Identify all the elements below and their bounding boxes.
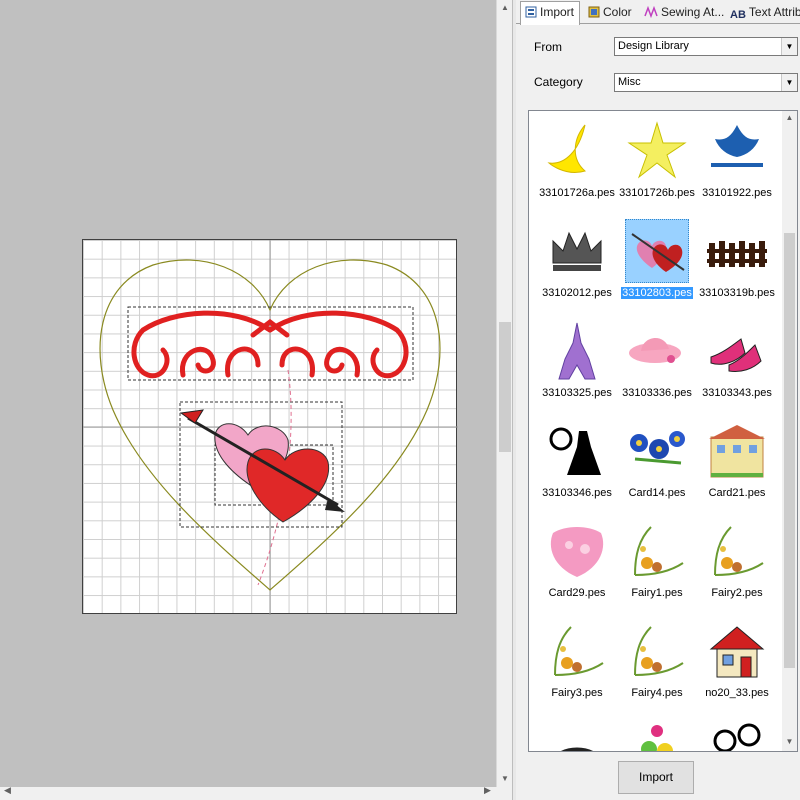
design-file-name: 33101922.pes xyxy=(702,187,772,199)
design-thumbnail-item[interactable]: 33101726a.pes xyxy=(537,117,617,212)
design-file-name: 33103336.pes xyxy=(622,387,692,399)
scroll-right-icon[interactable]: ▶ xyxy=(484,785,491,796)
high-heels-icon xyxy=(705,319,769,383)
design-thumbnail-item[interactable] xyxy=(537,717,617,751)
design-file-name: 33103325.pes xyxy=(542,387,612,399)
design-thumbnail-item[interactable] xyxy=(697,717,777,751)
tab-import[interactable]: Import xyxy=(520,1,580,25)
scroll-down-icon[interactable]: ▼ xyxy=(782,737,797,746)
design-file-name: Card14.pes xyxy=(628,487,686,499)
scroll-up-icon[interactable]: ▲ xyxy=(497,0,513,16)
design-thumbnail-item[interactable]: Fairy3.pes xyxy=(537,617,617,712)
from-label: From xyxy=(534,40,562,54)
dress-silhouette-icon xyxy=(545,419,609,483)
design-thumbnail-item[interactable]: 33101922.pes xyxy=(697,117,777,212)
panel-tabs: Import Color Sewing At... ABText Attrib.… xyxy=(516,0,800,25)
design-thumbnail-item[interactable]: 33103343.pes xyxy=(697,317,777,412)
crescent-moon-icon xyxy=(545,119,609,183)
library-scrollbar[interactable]: ▲ ▼ xyxy=(782,111,797,751)
house-card-icon xyxy=(705,419,769,483)
blue-flowers-icon xyxy=(625,419,689,483)
design-file-name: 33103319b.pes xyxy=(699,287,775,299)
from-dropdown[interactable]: Design Library ▼ xyxy=(614,37,798,56)
tab-color[interactable]: Color xyxy=(584,2,636,24)
fence-icon xyxy=(705,219,769,283)
design-thumbnail-item[interactable]: Card29.pes xyxy=(537,517,617,612)
blue-ornament-icon xyxy=(705,119,769,183)
design-thumbnail-item[interactable]: no20_33.pes xyxy=(697,617,777,712)
design-thumbnail-item[interactable]: 33103336.pes xyxy=(617,317,697,412)
design-file-name: 33103346.pes xyxy=(542,487,612,499)
eiffel-tower-icon xyxy=(545,319,609,383)
scroll-left-icon[interactable]: ◀ xyxy=(4,785,11,796)
crown-icon xyxy=(545,219,609,283)
design-file-name: 33102012.pes xyxy=(542,287,612,299)
design-thumbnail-item[interactable]: Fairy4.pes xyxy=(617,617,697,712)
chevron-down-icon[interactable]: ▼ xyxy=(781,38,797,55)
import-icon xyxy=(525,6,537,21)
color-icon xyxy=(588,6,600,21)
workspace-horizontal-scrollbar[interactable]: ◀ ▶ xyxy=(0,785,496,800)
star-icon xyxy=(625,119,689,183)
tab-text-attributes[interactable]: ABText Attrib... xyxy=(726,2,800,24)
design-thumbnail-item[interactable]: Fairy2.pes xyxy=(697,517,777,612)
category-dropdown[interactable]: Misc ▼ xyxy=(614,73,798,92)
category-label: Category xyxy=(534,75,583,89)
hearts-arrow-icon xyxy=(625,219,689,283)
tab-sewing-attributes[interactable]: Sewing At... xyxy=(640,2,724,24)
scrollbar-thumb[interactable] xyxy=(499,322,511,452)
workspace-vertical-scrollbar[interactable]: ▲ ▼ xyxy=(496,0,512,787)
design-file-name: Fairy2.pes xyxy=(711,587,763,599)
design-thumbnail-item[interactable]: 33102012.pes xyxy=(537,217,617,312)
design-file-name: 33103343.pes xyxy=(702,387,772,399)
scrollbar-thumb[interactable] xyxy=(784,233,795,668)
scrollbar-corner xyxy=(496,787,512,800)
design-thumbnail-item[interactable]: 33103346.pes xyxy=(537,417,617,512)
design-workspace[interactable] xyxy=(0,0,496,787)
design-thumbnail-item[interactable]: 33103325.pes xyxy=(537,317,617,412)
floral-corner-icon xyxy=(705,519,769,583)
design-thumbnail-item[interactable]: 33103319b.pes xyxy=(697,217,777,312)
chef-icon xyxy=(705,719,769,751)
pink-lace-icon xyxy=(545,519,609,583)
category-value: Misc xyxy=(618,76,641,88)
balloons-icon xyxy=(625,719,689,751)
import-panel: Import Color Sewing At... ABText Attrib.… xyxy=(516,0,800,800)
text-attributes-icon: AB xyxy=(730,9,746,21)
hat-icon xyxy=(625,319,689,383)
design-file-name: Fairy4.pes xyxy=(631,687,683,699)
design-file-name: Fairy3.pes xyxy=(551,687,603,699)
import-button[interactable]: Import xyxy=(618,761,694,794)
design-thumbnail-item[interactable] xyxy=(617,717,697,751)
design-library-list[interactable]: 33101726a.pes 33101726b.pes 33101922.pes 33… xyxy=(528,110,798,752)
chevron-down-icon[interactable]: ▼ xyxy=(781,74,797,91)
scroll-down-icon[interactable]: ▼ xyxy=(497,771,513,787)
floral-corner-icon xyxy=(625,619,689,683)
design-file-name: Fairy1.pes xyxy=(631,587,683,599)
design-thumbnail-item[interactable]: Card21.pes xyxy=(697,417,777,512)
design-thumbnail-item[interactable]: 33102803.pes xyxy=(617,217,697,312)
red-house-icon xyxy=(705,619,769,683)
sewing-attributes-icon xyxy=(644,5,658,21)
floral-corner-icon xyxy=(625,519,689,583)
from-value: Design Library xyxy=(618,40,689,52)
design-file-name: no20_33.pes xyxy=(705,687,769,699)
design-file-name: Card29.pes xyxy=(548,587,606,599)
design-file-name: 33102803.pes xyxy=(621,287,693,299)
design-canvas[interactable] xyxy=(82,239,458,615)
design-file-name: 33101726a.pes xyxy=(539,187,615,199)
embroidery-design xyxy=(83,240,458,615)
design-file-name: Card21.pes xyxy=(708,487,766,499)
design-thumbnail-item[interactable]: Fairy1.pes xyxy=(617,517,697,612)
design-thumbnail-item[interactable]: Card14.pes xyxy=(617,417,697,512)
floral-corner-icon xyxy=(545,619,609,683)
rainbow-icon xyxy=(545,719,609,751)
scroll-up-icon[interactable]: ▲ xyxy=(782,113,797,122)
design-file-name: 33101726b.pes xyxy=(619,187,695,199)
design-thumbnail-item[interactable]: 33101726b.pes xyxy=(617,117,697,212)
